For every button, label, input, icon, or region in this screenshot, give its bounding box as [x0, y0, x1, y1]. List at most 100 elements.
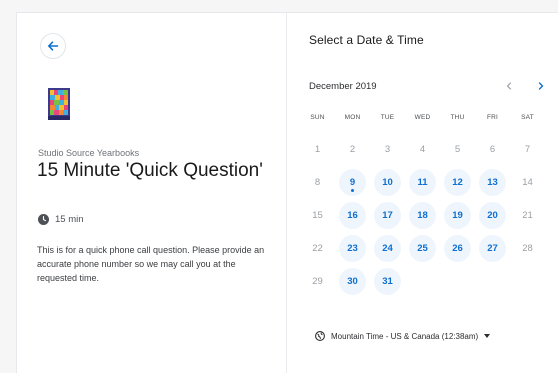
day-number: 17 [382, 210, 393, 221]
event-duration: 15 min [38, 214, 84, 225]
previous-month-button[interactable] [501, 78, 517, 94]
available-day-marker[interactable]: 24 [374, 235, 401, 262]
day-number: 10 [382, 177, 393, 188]
calendar-day-28: 28 [510, 232, 545, 265]
available-day-marker[interactable]: 25 [409, 235, 436, 262]
weekday-header: SUN MON TUE WED THU FRI SAT [300, 114, 545, 121]
calendar-day-16[interactable]: 16 [335, 199, 370, 232]
day-number: 7 [524, 144, 531, 155]
calendar-day-18[interactable]: 18 [405, 199, 440, 232]
calendar-day-20[interactable]: 20 [475, 199, 510, 232]
day-number: 22 [312, 243, 323, 254]
picker-heading: Select a Date & Time [309, 33, 424, 47]
event-description: This is for a quick phone call question.… [37, 245, 265, 283]
day-number: 11 [417, 177, 428, 188]
available-day-marker[interactable]: 26 [444, 235, 471, 262]
event-details-panel: Studio Source Yearbooks 15 Minute 'Quick… [17, 13, 287, 373]
available-day-marker[interactable]: 11 [409, 169, 436, 196]
day-number: 1 [314, 144, 321, 155]
back-button[interactable] [40, 33, 66, 59]
available-day-marker[interactable]: 19 [444, 202, 471, 229]
available-day-marker[interactable]: 10 [374, 169, 401, 196]
duration-label: 15 min [55, 214, 84, 225]
available-day-marker[interactable]: 30 [339, 268, 366, 295]
calendar-day-19[interactable]: 19 [440, 199, 475, 232]
available-day-marker[interactable]: 12 [444, 169, 471, 196]
available-day-marker[interactable]: 13 [479, 169, 506, 196]
day-number: 13 [487, 177, 498, 188]
booking-card: Studio Source Yearbooks 15 Minute 'Quick… [16, 12, 558, 373]
day-number: 27 [487, 243, 498, 254]
calendar-day-5: 5 [440, 133, 475, 166]
available-day-marker[interactable]: 23 [339, 235, 366, 262]
available-day-marker[interactable]: 18 [409, 202, 436, 229]
timezone-selector[interactable]: Mountain Time - US & Canada (12:38am) [315, 331, 491, 341]
timezone-label: Mountain Time - US & Canada (12:38am) [331, 331, 479, 341]
chevron-left-icon [506, 82, 512, 90]
calendar-day-3: 3 [370, 133, 405, 166]
weekday-wed: WED [414, 114, 431, 121]
available-day-marker[interactable]: 17 [374, 202, 401, 229]
calendar-day-9[interactable]: 9 [335, 166, 370, 199]
day-number: 23 [347, 243, 358, 254]
arrow-left-icon [48, 41, 59, 51]
month-navigation: December 2019 [309, 81, 546, 95]
day-number: 5 [454, 144, 461, 155]
today-indicator-dot [351, 189, 354, 192]
event-title: 15 Minute 'Quick Question' [37, 160, 263, 181]
calendar-day-23[interactable]: 23 [335, 232, 370, 265]
calendar-day-25[interactable]: 25 [405, 232, 440, 265]
yearbook-logo-icon [48, 88, 70, 120]
calendar-day-8: 8 [300, 166, 335, 199]
day-number: 31 [382, 276, 393, 287]
calendar-day-7: 7 [510, 133, 545, 166]
calendar-grid: 1 2 3 4 5 6 7 8 9 10 11 12 13 14 15 16 17 18 19 20 21 22 23 24 2… [300, 133, 545, 298]
weekday-sun: SUN [310, 114, 325, 121]
calendar-day-21: 21 [510, 199, 545, 232]
calendar-day-10[interactable]: 10 [370, 166, 405, 199]
calendar-day-26[interactable]: 26 [440, 232, 475, 265]
day-number: 28 [522, 243, 533, 254]
date-picker-panel: Select a Date & Time December 2019 SUN MO… [287, 13, 558, 373]
day-number: 16 [347, 210, 358, 221]
organization-name: Studio Source Yearbooks [38, 148, 140, 158]
calendar-day-2: 2 [335, 133, 370, 166]
calendar-day-30[interactable]: 30 [335, 265, 370, 298]
calendar-day-17[interactable]: 17 [370, 199, 405, 232]
day-number: 14 [522, 177, 533, 188]
day-number: 18 [417, 210, 428, 221]
day-number: 24 [382, 243, 393, 254]
calendar-day-24[interactable]: 24 [370, 232, 405, 265]
available-day-marker[interactable]: 20 [479, 202, 506, 229]
calendar-day-6: 6 [475, 133, 510, 166]
weekday-sat: SAT [521, 114, 534, 121]
calendar-day-4: 4 [405, 133, 440, 166]
day-number: 19 [452, 210, 463, 221]
day-number: 30 [347, 276, 358, 287]
day-number: 6 [489, 144, 496, 155]
available-day-marker[interactable]: 27 [479, 235, 506, 262]
day-number: 3 [384, 144, 391, 155]
calendar-day-27[interactable]: 27 [475, 232, 510, 265]
weekday-tue: TUE [380, 114, 395, 121]
day-number: 4 [419, 144, 426, 155]
day-number: 15 [312, 210, 323, 221]
weekday-thu: THU [450, 114, 465, 121]
clock-icon [38, 214, 49, 225]
month-label: December 2019 [309, 81, 377, 92]
globe-icon [315, 331, 325, 341]
day-number: 29 [312, 276, 323, 287]
next-month-button[interactable] [533, 78, 549, 94]
available-day-marker[interactable]: 16 [339, 202, 366, 229]
calendar-day-1: 1 [300, 133, 335, 166]
calendar-day-12[interactable]: 12 [440, 166, 475, 199]
weekday-mon: MON [344, 114, 361, 121]
calendar-day-11[interactable]: 11 [405, 166, 440, 199]
day-number: 12 [452, 177, 463, 188]
day-number: 8 [314, 177, 321, 188]
available-day-marker[interactable]: 31 [374, 268, 401, 295]
calendar-day-13[interactable]: 13 [475, 166, 510, 199]
day-number: 21 [522, 210, 533, 221]
calendar-day-22: 22 [300, 232, 335, 265]
calendar-day-31[interactable]: 31 [370, 265, 405, 298]
